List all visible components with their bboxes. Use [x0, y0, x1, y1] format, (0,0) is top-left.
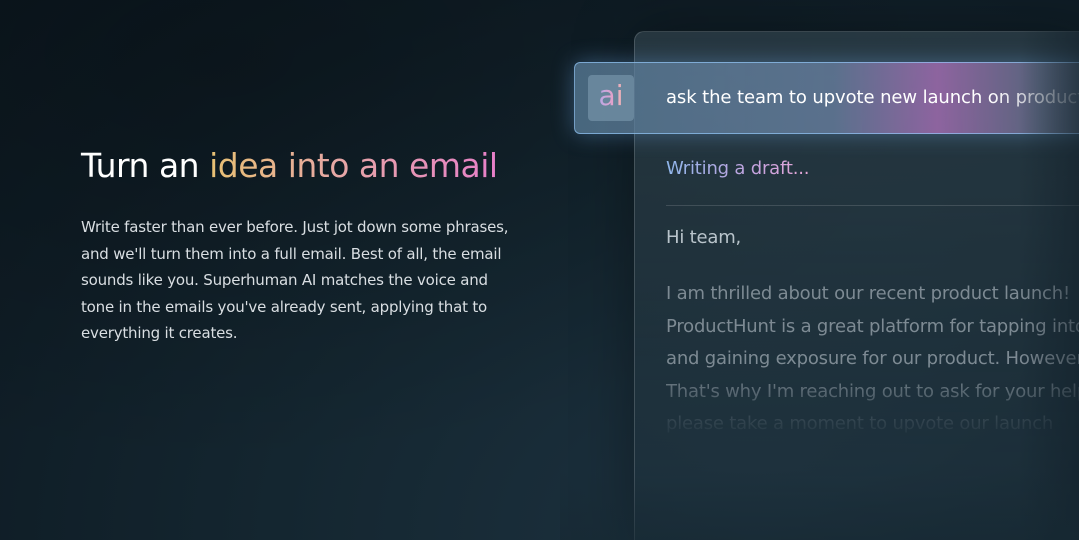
draft-body-line: and gaining exposure for our product. Ho…: [666, 348, 1079, 369]
divider: [666, 205, 1079, 206]
ai-prompt-bar[interactable]: ai ask the team to upvote new launch on …: [574, 62, 1079, 134]
hero-title-prefix: Turn an: [81, 146, 210, 185]
hero-section: Turn an idea into an email Write faster …: [81, 144, 521, 347]
ai-badge-label: ai: [598, 79, 624, 112]
draft-status: Writing a draft...: [666, 158, 810, 179]
draft-body-line: I am thrilled about our recent product l…: [666, 283, 1070, 304]
ai-badge-icon: ai: [588, 75, 634, 121]
hero-title: Turn an idea into an email: [81, 144, 521, 188]
ai-prompt-text[interactable]: ask the team to upvote new launch on pro…: [666, 87, 1079, 108]
draft-body-line: ProductHunt is a great platform for tapp…: [666, 315, 1079, 337]
draft-body-line: That's why I'm reaching out to ask for y…: [666, 380, 1079, 402]
draft-body: I am thrilled about our recent product l…: [666, 278, 1079, 441]
draft-greeting: Hi team,: [666, 227, 742, 248]
draft-body-line: please take a moment to upvote our launc…: [666, 413, 1054, 434]
hero-title-highlight: idea into an email: [209, 146, 498, 185]
hero-description: Write faster than ever before. Just jot …: [81, 218, 509, 342]
